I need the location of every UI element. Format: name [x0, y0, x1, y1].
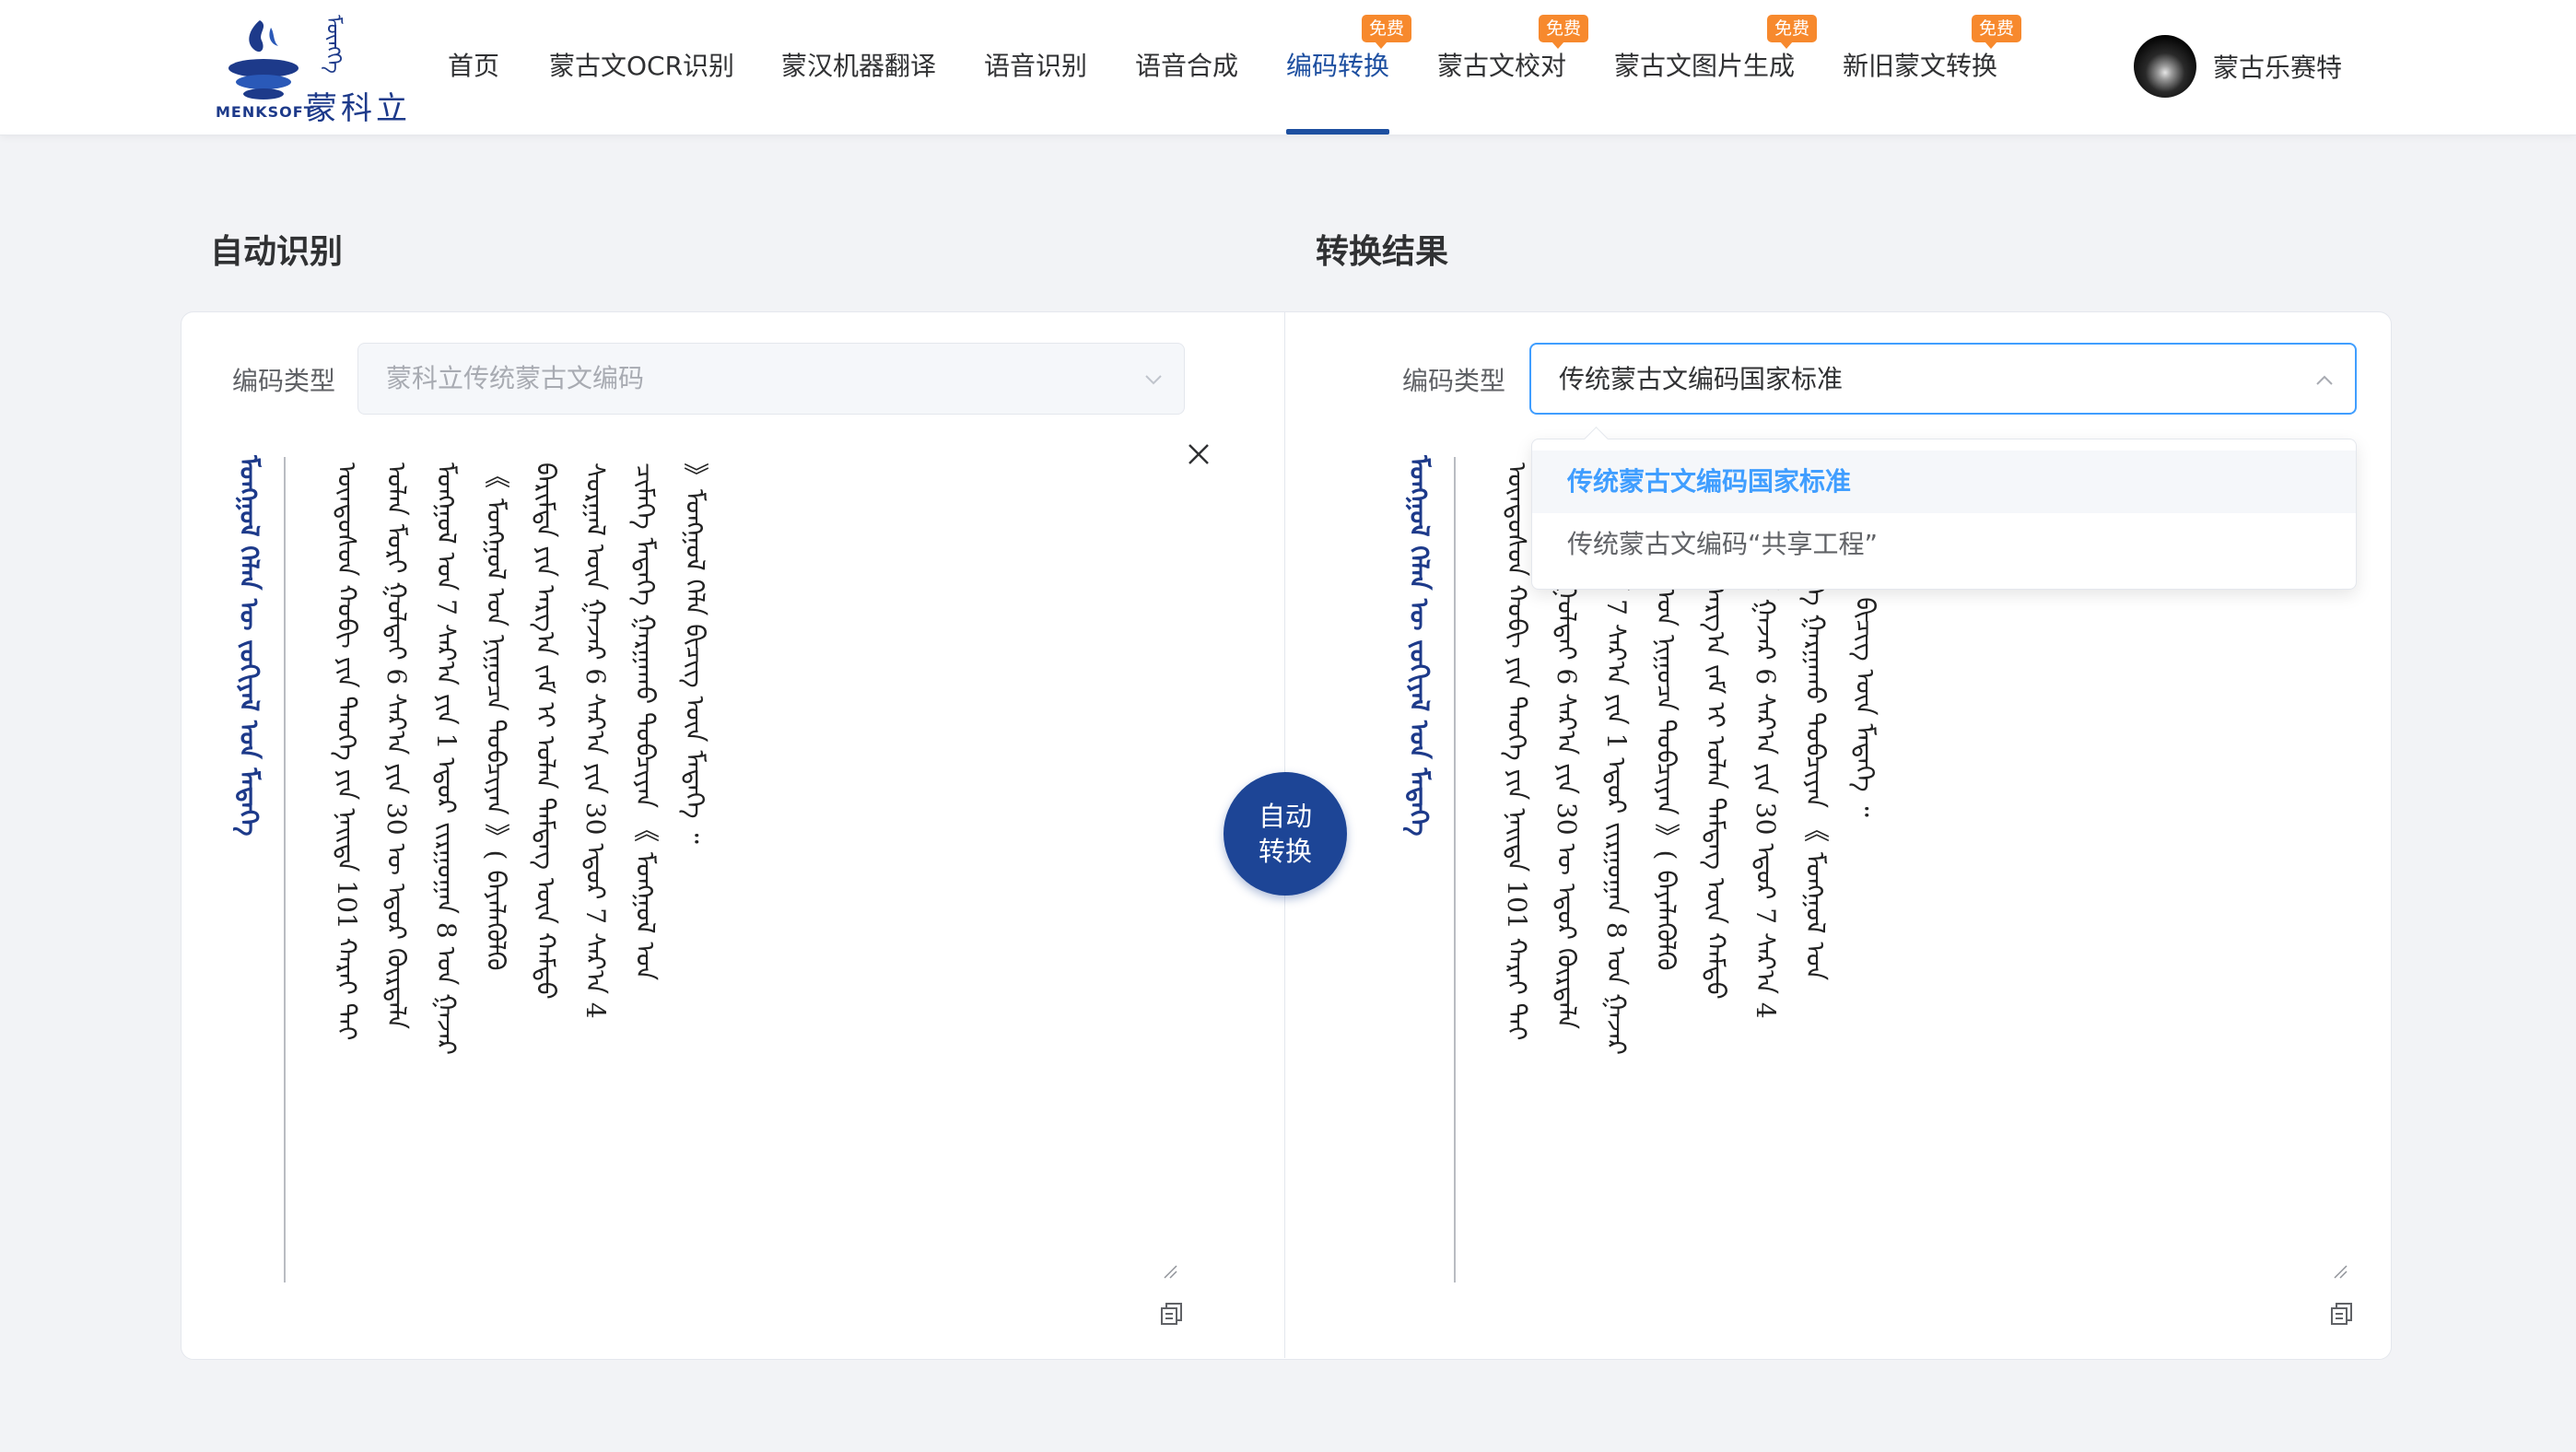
source-text-line: ᠴᠢᠮᠡᠭᠡ ᠮᠡᠳᠡᠭᠡ ᠭᠠᠷᠭᠠᠬᠤ ᠲᠣᠪᠴᠢᠶᠠᠨ 《 ᠮᠣᠩᠭᠣᠯ … [630, 463, 661, 981]
result-section-title: 转换结果 [1316, 233, 1449, 271]
nav-speech-recognition[interactable]: 语音识别 [984, 48, 1087, 85]
convert-button-line1: 自动 [1258, 801, 1312, 832]
free-badge: 免费 [1767, 15, 1818, 49]
source-section-title: 自动识别 [210, 233, 344, 271]
logo-subtitle: MENKSOFT [216, 103, 315, 121]
nav-encoding-conversion[interactable]: 编码转换 [1286, 48, 1389, 85]
dropdown-option-shared-project[interactable]: 传统蒙古文编码“共享工程” [1532, 513, 2356, 576]
chevron-down-icon [1145, 375, 1162, 385]
source-text-line: ᠪᠠᠷᠢᠮᠲᠠ ᠶᠢᠨ ᠠᠷᠭ᠎ᠠ ᠵᠠᠮ ᠢ ᠣᠯᠠᠨ ᠲᠡᠮᠳᠡᠭ ᠦᠨ ᠬ… [531, 463, 561, 1000]
target-encoding-label: 编码类型 [1402, 366, 1506, 396]
user-avatar[interactable] [2134, 35, 2196, 98]
nav-mongolian-proofreading[interactable]: 蒙古文校对 [1437, 48, 1566, 85]
auto-convert-button[interactable]: 自动 转换 [1224, 772, 1347, 896]
logo-chinese-name: 蒙科立 [306, 90, 411, 127]
logo-mongolian-text: ᠮᠦᠩᠬᠡ [322, 15, 345, 74]
source-text-line: 《 ᠮᠣᠩᠭᠣᠯ ᠤᠨ ᠨᠢᠭᠤᠴᠠ ᠲᠣᠪᠴᠢᠶᠠᠨ 》( ᠪᠡᠶᠡᠯᠡᠭᠦᠯ… [481, 463, 511, 971]
source-encoding-label: 编码类型 [232, 366, 336, 396]
nav-mongolian-image-generation[interactable]: 蒙古文图片生成 [1614, 48, 1795, 85]
free-badge: 免费 [1362, 15, 1412, 49]
source-text-area[interactable]: ᠮᠣᠩᠭᠣᠯ ᠬᠡᠯᠡᠨ ᠦ ᠵᠣᠬᠢᠶᠠᠯ ᠤᠨ ᠮᠡᠳᠡᠭᠡ ᠦᠨᠳᠦᠰᠦᠨ… [230, 442, 1188, 1290]
menksoft-logo[interactable]: MENKSOFT 蒙科立 ᠮᠦᠩᠬᠡ [214, 13, 415, 127]
nav-mongolian-ocr[interactable]: 蒙古文OCR识别 [549, 48, 734, 85]
nav-active-underline [1286, 129, 1389, 135]
copy-icon[interactable] [1159, 1301, 1185, 1327]
target-encoding-dropdown: 传统蒙古文编码国家标准 传统蒙古文编码“共享工程” [1531, 427, 2357, 590]
result-heading-line: ᠮᠣᠩᠭᠣᠯ ᠬᠡᠯᠡᠨ ᠦ ᠵᠣᠬᠢᠶᠠᠯ ᠤᠨ ᠮᠡᠳᠡᠭᠡ [1404, 455, 1434, 837]
source-encoding-value: 蒙科立传统蒙古文编码 [386, 363, 645, 393]
resize-handle-icon[interactable] [1163, 1264, 1177, 1279]
source-vertical-rule [284, 457, 286, 1282]
copy-icon[interactable] [2329, 1301, 2355, 1327]
nav-mongolian-chinese-translation[interactable]: 蒙汉机器翻译 [781, 48, 936, 85]
source-text-line: ᠦᠨᠳᠦᠰᠦᠨ ᠬᠤᠪᠢ ᠶᠢᠨ ᠲᠡᠦᠬᠡ ᠶᠢᠨ ᠨᠡᠢᠲᠡ 101 ᠬᠠᠷ… [332, 463, 362, 1041]
convert-button-line2: 转换 [1258, 836, 1312, 867]
result-text-line: ᠦᠨᠳᠦᠰᠦᠨ ᠬᠤᠪᠢ ᠶᠢᠨ ᠲᠡᠦᠬᠡ ᠶᠢᠨ ᠨᠡᠢᠲᠡ 101 ᠬᠠᠷ… [1502, 463, 1532, 1041]
source-heading-line: ᠮᠣᠩᠭᠣᠯ ᠬᠡᠯᠡᠨ ᠦ ᠵᠣᠬᠢᠶᠠᠯ ᠤᠨ ᠮᠡᠳᠡᠭᠡ [234, 455, 264, 837]
dropdown-option-national-standard[interactable]: 传统蒙古文编码国家标准 [1532, 451, 2356, 513]
source-text-line: ᠰᠤᠷᠭᠠᠯ ᠦᠨ ᠭᠠᠵᠠᠷ 6 ᠰᠠᠷ᠎ᠠ ᠶᠢᠨ 30 ᠡᠳᠦᠷ 7 ᠰᠠ… [580, 463, 611, 1019]
close-icon[interactable] [1185, 440, 1212, 468]
resize-handle-icon[interactable] [2333, 1264, 2348, 1279]
free-badge: 免费 [1972, 15, 2022, 49]
source-encoding-select[interactable]: 蒙科立传统蒙古文编码 [357, 343, 1185, 415]
user-name[interactable]: 蒙古乐赛特 [2213, 48, 2342, 85]
source-text-line: ᠣᠯᠠᠨ ᠮᠣᠷᠢ ᠭᠣᠯᠲᠠᠢ 6 ᠰᠠᠷ᠎ᠠ ᠶᠢᠨ 30 ᠦ ᠡᠳᠦᠷ ᠬ… [381, 463, 412, 1030]
nav-speech-synthesis[interactable]: 语音合成 [1135, 48, 1238, 85]
nav-old-new-mongolian-conversion[interactable]: 新旧蒙文转换 [1843, 48, 1997, 85]
top-navigation-bar: MENKSOFT 蒙科立 ᠮᠦᠩᠬᠡ 首页 蒙古文OCR识别 蒙汉机器翻译 语音… [0, 0, 2576, 135]
source-text-line: 》ᠮᠣᠩᠭᠣᠯ ᠬᠡᠯᠡ ᠪᠢᠴᠢᠭ ᠦᠨ ᠮᠡᠳᠡᠭᠡ ᠃ [680, 463, 710, 844]
chevron-up-icon [2316, 375, 2333, 385]
nav-home[interactable]: 首页 [448, 48, 499, 85]
target-encoding-select[interactable]: 传统蒙古文编码国家标准 [1529, 343, 2357, 415]
source-text-line: ᠮᠣᠩᠭᠣᠯ ᠤᠨ 7 ᠰᠠᠷ᠎ᠠ ᠶᠢᠨ 1 ᠡᠳᠦᠷ ᠵᠢᠷᠭᠤᠭᠠᠨ 8 … [431, 463, 462, 1056]
result-vertical-rule [1454, 457, 1456, 1282]
free-badge: 免费 [1539, 15, 1589, 49]
target-encoding-value: 传统蒙古文编码国家标准 [1559, 364, 1844, 394]
